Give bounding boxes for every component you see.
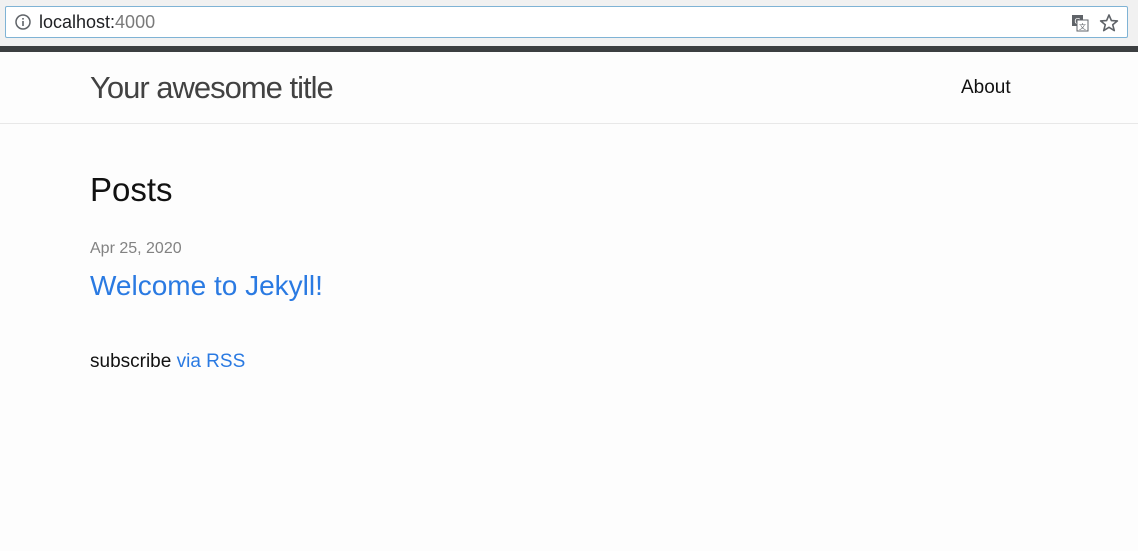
info-icon[interactable]: [15, 14, 31, 30]
site-title-link[interactable]: Your awesome title: [90, 70, 334, 106]
posts-heading: Posts: [90, 171, 173, 208]
rss-prefix: subscribe: [90, 351, 172, 372]
address-bar[interactable]: localhost:4000 G 文: [5, 6, 1128, 38]
post-title-link[interactable]: Welcome to Jekyll!: [90, 269, 323, 303]
rss-subscribe: subscribe via RSS: [90, 350, 245, 374]
site-header: Your awesome title About: [0, 52, 1138, 124]
url-host: localhost:: [39, 12, 116, 32]
url-text[interactable]: localhost:4000: [39, 11, 155, 33]
post-date: Apr 25, 2020: [90, 240, 182, 257]
url-port: 4000: [115, 12, 156, 32]
browser-toolbar: localhost:4000 G 文: [0, 0, 1138, 46]
svg-text:文: 文: [1079, 22, 1086, 31]
translate-icon[interactable]: G 文: [1071, 14, 1089, 32]
star-icon[interactable]: [1099, 13, 1119, 33]
rss-link[interactable]: via RSS: [177, 351, 246, 372]
nav-link-about[interactable]: About: [961, 76, 1011, 100]
